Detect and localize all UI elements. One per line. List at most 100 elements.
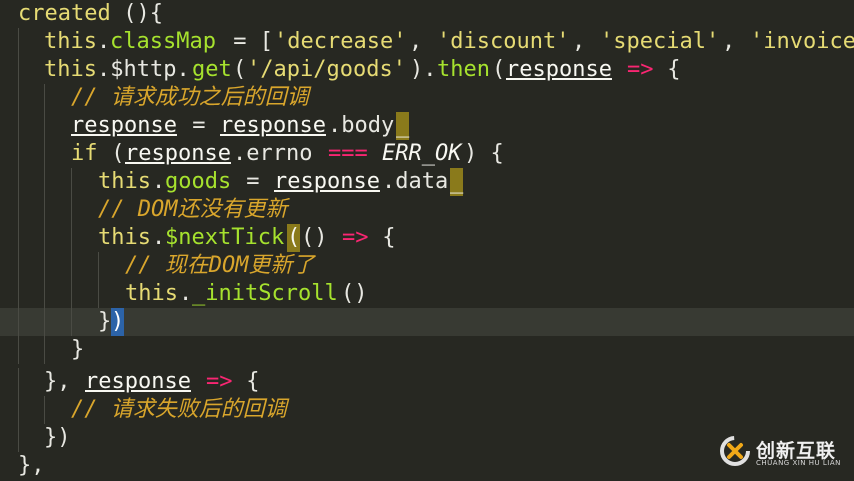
punct: { <box>369 225 396 250</box>
punct: { <box>233 369 260 394</box>
punct: . <box>97 29 111 54</box>
indent-guide <box>44 224 45 252</box>
punct: ( <box>98 141 125 166</box>
code-line-1: created (){ <box>0 0 854 28</box>
indent-guide <box>71 252 72 280</box>
punct: }, <box>18 453 45 478</box>
comment-dom-not-updated: // DOM还没有更新 <box>98 197 288 222</box>
indent-guide <box>44 196 45 224</box>
constant-err-ok: ERR_OK <box>382 141 462 166</box>
indent-guide <box>18 224 19 252</box>
string-special: 'special' <box>600 29 720 54</box>
indent-guide <box>71 280 72 308</box>
punct: ). <box>410 57 437 82</box>
punct: ( <box>233 57 247 82</box>
bracket-match-marker: _ <box>396 112 410 140</box>
indent-guide <box>18 112 19 140</box>
arrow-operator: => <box>206 369 233 394</box>
param-response: response <box>85 369 191 394</box>
punct: () <box>341 281 368 306</box>
code-line-3: this .$http. get ( '/api/goods' ). then … <box>0 56 854 84</box>
string-discount: 'discount' <box>437 29 570 54</box>
indent-guide <box>18 168 19 196</box>
indent-guide <box>71 168 72 196</box>
indent-guide <box>18 280 19 308</box>
indent-guide <box>18 336 19 364</box>
punct: , <box>572 29 599 54</box>
punct: ) { <box>464 141 504 166</box>
indent-guide <box>44 84 45 112</box>
indent-guide <box>71 196 72 224</box>
property-errno: .errno <box>233 141 326 166</box>
cursor-bracket: ) <box>111 308 125 336</box>
indent-guide <box>98 252 99 280</box>
punct: }, <box>44 369 84 394</box>
code-line-7: this . goods = response .data _ <box>0 168 854 196</box>
code-line-15: // 请求失败后的回调 <box>0 396 854 424</box>
code-line-4: // 请求成功之后的回调 <box>0 84 854 112</box>
property-body: .body <box>328 113 395 138</box>
code-line-6: if ( response .errno === ERR_OK ) { <box>0 140 854 168</box>
code-line-11: this . _initScroll () <box>0 280 854 308</box>
keyword-this: this <box>98 169 151 194</box>
function-then: then <box>437 57 490 82</box>
indent-guide <box>44 112 45 140</box>
bracket-match-marker: _ <box>450 168 464 196</box>
property-data: .data <box>382 169 449 194</box>
indent-guide <box>18 252 19 280</box>
indent-guide <box>18 424 19 452</box>
indent-guide <box>44 336 45 364</box>
indent-guide <box>44 252 45 280</box>
punct: . <box>152 225 166 250</box>
keyword-created: created <box>18 1 111 26</box>
indent-guide <box>18 396 19 424</box>
property-goods: goods <box>165 169 232 194</box>
indent-guide <box>18 56 19 84</box>
code-line-13: } <box>0 336 854 364</box>
var-response: response <box>274 169 380 194</box>
function-nexttick: $nextTick <box>165 225 285 250</box>
chuangxin-logo-icon <box>720 436 750 466</box>
indent-guide <box>18 368 19 396</box>
code-editor[interactable]: created (){ this . classMap = [ 'decreas… <box>0 0 854 481</box>
punct: , <box>409 29 436 54</box>
punct: = [ <box>220 29 273 54</box>
punct: .$http. <box>97 57 190 82</box>
var-response: response <box>71 113 177 138</box>
strict-equal-operator: === <box>328 141 368 166</box>
code-line-14: }, response => { <box>0 368 854 396</box>
indent-guide <box>18 84 19 112</box>
indent-guide <box>44 396 45 424</box>
punct: }) <box>44 425 71 450</box>
indent-guide <box>44 280 45 308</box>
logo-text-en: CHUANG XIN HU LIAN <box>756 459 841 467</box>
function-initscroll: _initScroll <box>192 281 338 306</box>
punct: , <box>722 29 749 54</box>
string-api-goods: '/api/goods' <box>247 57 406 82</box>
property-classMap: classMap <box>110 29 216 54</box>
indent-guide <box>98 280 99 308</box>
punct: ( <box>492 57 506 82</box>
indent-guide <box>18 196 19 224</box>
code-line-10: // 现在DOM更新了 <box>0 252 854 280</box>
string-decrease: 'decrease' <box>274 29 407 54</box>
punct: } <box>98 309 112 334</box>
indent-guide <box>44 140 45 168</box>
code-line-5: response = response .body _ <box>0 112 854 140</box>
punct: . <box>152 169 166 194</box>
var-response: response <box>125 141 231 166</box>
comment-success: // 请求成功之后的回调 <box>71 85 309 110</box>
indent-guide <box>18 140 19 168</box>
code-line-8: // DOM还没有更新 <box>0 196 854 224</box>
punct: = <box>179 113 219 138</box>
arrow-operator: => <box>627 57 654 82</box>
watermark-logo: 创新互联 CHUANG XIN HU LIAN <box>718 434 850 474</box>
code-line-2: this . classMap = [ 'decrease' , 'discou… <box>0 28 854 56</box>
code-line-12-active: } ) <box>0 308 854 336</box>
bracket-match-marker: ( <box>287 224 301 252</box>
var-response: response <box>220 113 326 138</box>
function-get: get <box>192 57 232 82</box>
